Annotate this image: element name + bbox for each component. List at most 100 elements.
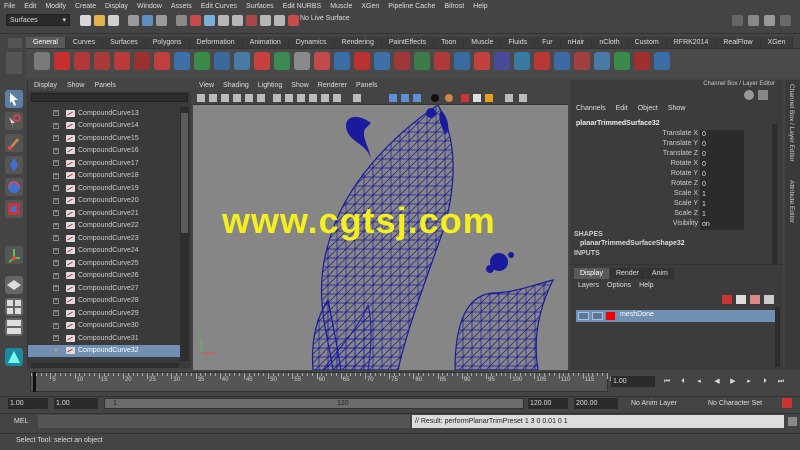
shelf-tab-deformation[interactable]: Deformation (189, 37, 243, 48)
shelf-bevel-icon[interactable] (554, 52, 570, 70)
outliner-item[interactable]: + CompoundCurve16 (28, 145, 180, 158)
shelf-mirror-icon[interactable] (514, 52, 530, 70)
new-layer-selected-icon[interactable] (736, 295, 746, 304)
expand-icon[interactable]: + (53, 210, 59, 217)
channel-attribute-value[interactable]: 0 (700, 180, 744, 190)
shelf-paint-icon[interactable] (74, 52, 90, 70)
outliner-filter-input[interactable] (31, 93, 188, 102)
mask-icon[interactable] (176, 15, 187, 26)
shelf-render-icon[interactable] (634, 52, 650, 70)
menu-pipeline-cache[interactable]: Pipeline Cache (388, 3, 435, 10)
expand-icon[interactable]: + (53, 285, 59, 292)
shelf-separate-icon[interactable] (474, 52, 490, 70)
channel-attribute-label[interactable]: Translate Y (598, 140, 698, 147)
layer-row[interactable]: meshDone (576, 310, 779, 322)
rotate-tool-icon[interactable] (5, 178, 23, 196)
menu-edit[interactable]: Edit (24, 3, 36, 10)
expand-icon[interactable]: + (53, 122, 59, 129)
script-editor-icon[interactable] (788, 417, 797, 426)
layer-menu-layers[interactable]: Layers (578, 282, 599, 289)
character-set-dropdown[interactable]: No Character Set (706, 398, 778, 409)
four-pane-layout-icon[interactable] (5, 298, 23, 316)
channel-attribute-value[interactable]: 0 (700, 130, 744, 140)
menu-create[interactable]: Create (75, 3, 96, 10)
expand-icon[interactable]: + (53, 322, 59, 329)
menu-surfaces[interactable]: Surfaces (246, 3, 274, 10)
viewport-menu-shading[interactable]: Shading (223, 82, 249, 89)
outliner-item[interactable]: + CompoundCurve18 (28, 170, 180, 183)
layer-scrollbar[interactable] (775, 307, 780, 367)
shelf-tab-general[interactable]: General (26, 37, 66, 48)
channel-menu-show[interactable]: Show (668, 105, 686, 112)
play-backward-icon[interactable]: ◀ (712, 377, 722, 386)
channel-attribute-row[interactable]: Translate X0 (570, 130, 770, 140)
shelf-script-icon[interactable] (114, 52, 130, 70)
channel-attribute-row[interactable]: Rotate Y0 (570, 170, 770, 180)
outliner-item[interactable]: + CompoundCurve25 (28, 257, 180, 270)
paint-select-tool-icon[interactable] (5, 134, 23, 152)
shape-node-name[interactable]: planarTrimmedSurfaceShape32 (580, 240, 685, 247)
playback-start-field[interactable]: 1.00 (54, 398, 98, 409)
expand-icon[interactable]: + (53, 147, 59, 154)
menu-edit-nurbs[interactable]: Edit NURBS (283, 3, 322, 10)
shelf-tab-dynamics[interactable]: Dynamics (288, 37, 335, 48)
menu-bifrost[interactable]: Bifrost (444, 3, 464, 10)
expand-icon[interactable]: + (53, 247, 59, 254)
expand-icon[interactable]: + (53, 260, 59, 267)
shelf-tab-toon[interactable]: Toon (434, 37, 465, 48)
menu-file[interactable]: File (4, 3, 15, 10)
shelf-cone-icon[interactable] (274, 52, 290, 70)
shelf-tab-painteffects[interactable]: PaintEffects (381, 37, 435, 48)
shelf-duplicate-icon[interactable] (434, 52, 450, 70)
menu-muscle[interactable]: Muscle (330, 3, 352, 10)
shelf-options-icon[interactable] (6, 52, 22, 74)
channel-attribute-label[interactable]: Rotate Z (598, 180, 698, 187)
expand-icon[interactable]: + (53, 135, 59, 142)
menu-display[interactable]: Display (105, 3, 128, 10)
channel-attribute-value[interactable]: on (700, 220, 744, 230)
layer-type-toggle[interactable] (592, 312, 603, 320)
menu-help[interactable]: Help (473, 3, 487, 10)
channel-attribute-row[interactable]: Visibility on (570, 220, 770, 230)
new-scene-icon[interactable] (80, 15, 91, 26)
shelf-extrude-icon[interactable] (534, 52, 550, 70)
shelf-cylinder-icon[interactable] (214, 52, 230, 70)
shelf-camera-icon[interactable] (294, 52, 310, 70)
shelf-tab-custom[interactable]: Custom (627, 37, 667, 48)
command-language-label[interactable]: MEL (14, 418, 28, 425)
channel-attribute-label[interactable]: Scale Y (598, 200, 698, 207)
menu-set-selector[interactable]: Surfaces ▾ (6, 14, 70, 26)
animation-end-field[interactable]: 200.00 (574, 398, 618, 409)
single-pane-layout-icon[interactable] (5, 276, 23, 294)
select-component-icon[interactable] (156, 15, 167, 26)
channel-attribute-row[interactable]: Scale Z1 (570, 210, 770, 220)
outliner-item[interactable]: + CompoundCurve27 (28, 282, 180, 295)
menu-xgen[interactable]: XGen (361, 3, 379, 10)
shelf-pivot-icon[interactable] (414, 52, 430, 70)
viewport-menu-renderer[interactable]: Renderer (318, 82, 347, 89)
go-to-end-icon[interactable]: ⏭ (776, 377, 786, 386)
channel-attribute-value[interactable]: 0 (700, 150, 744, 160)
channel-attribute-label[interactable]: Scale X (598, 190, 698, 197)
channel-menu-channels[interactable]: Channels (576, 105, 606, 112)
shelf-deform-icon[interactable] (134, 52, 150, 70)
toggle-channel-box-icon[interactable] (780, 15, 791, 26)
snap-curve-icon[interactable] (274, 15, 285, 26)
shelf-smooth-icon[interactable] (494, 52, 510, 70)
shelf-menu-icon[interactable] (8, 38, 22, 48)
shelf-tab-ncloth[interactable]: nCloth (592, 37, 628, 48)
outliner-item[interactable]: + CompoundCurve32 (28, 344, 180, 357)
shelf-history-icon[interactable] (394, 52, 410, 70)
expand-icon[interactable]: + (53, 197, 59, 204)
select-object-icon[interactable] (142, 15, 153, 26)
layer-tab-anim[interactable]: Anim (645, 268, 674, 279)
outliner-layout-icon[interactable] (5, 348, 23, 366)
outliner-menu-panels[interactable]: Panels (94, 82, 115, 89)
play-forward-icon[interactable]: ▶ (728, 377, 738, 386)
shelf-torus-icon[interactable] (254, 52, 270, 70)
shelf-group-icon[interactable] (334, 52, 350, 70)
channel-attribute-row[interactable]: Rotate X0 (570, 160, 770, 170)
channel-attribute-value[interactable]: 1 (700, 200, 744, 210)
outliner-item[interactable]: + CompoundCurve15 (28, 132, 180, 145)
shelf-bridge-icon[interactable] (574, 52, 590, 70)
